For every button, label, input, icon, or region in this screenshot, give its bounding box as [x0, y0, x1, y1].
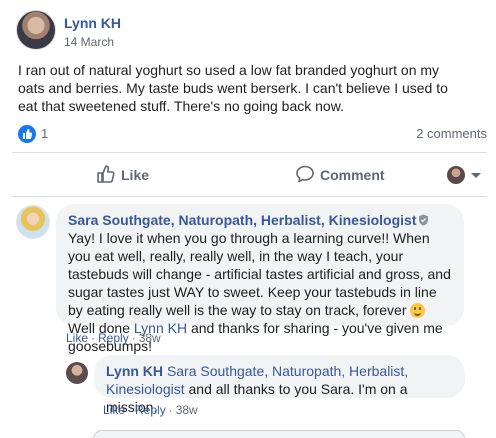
separator: · — [168, 403, 173, 417]
reply-bubble: Lynn KH Sara Southgate, Naturopath, Herb… — [94, 355, 465, 415]
comment-reply-link[interactable]: Reply — [98, 331, 129, 345]
reply-author[interactable]: Lynn KH — [106, 363, 163, 379]
separator: · — [128, 403, 133, 417]
comment-meta: Like · Reply · 38w — [66, 331, 161, 345]
comment-button[interactable]: Comment — [295, 162, 385, 188]
separator: · — [131, 331, 136, 345]
like-button[interactable]: Like — [96, 162, 156, 188]
reply-time[interactable]: 38w — [176, 403, 198, 417]
comment-author[interactable]: Sara Southgate, Naturopath, Herbalist, K… — [68, 212, 417, 228]
like-button-label: Like — [121, 167, 150, 183]
divider — [12, 152, 487, 153]
comment-bubble: Sara Southgate, Naturopath, Herbalist, K… — [56, 204, 464, 354]
comment-icon — [296, 165, 314, 183]
author-avatar[interactable] — [16, 10, 56, 50]
comments-count-link[interactable]: 2 comments — [416, 126, 487, 141]
comment-button-label: Comment — [320, 167, 385, 183]
comment-text: Yay! I love it when you go through a lea… — [68, 230, 451, 318]
reply-input-box[interactable] — [93, 430, 465, 438]
profile-switcher[interactable] — [447, 166, 487, 186]
post-text: I ran out of natural yoghurt so used a l… — [18, 62, 448, 114]
comment-time[interactable]: 38w — [139, 331, 161, 345]
chevron-down-icon — [471, 173, 481, 178]
viewer-avatar — [447, 166, 465, 184]
reply-like-link[interactable]: Like — [103, 403, 125, 417]
comment-like-link[interactable]: Like — [66, 331, 88, 345]
reply-meta: Like · Reply · 38w — [103, 403, 198, 417]
thumbs-up-icon — [97, 165, 115, 183]
post-date[interactable]: 14 March — [64, 35, 114, 49]
like-reaction-icon — [18, 125, 36, 143]
reply-avatar[interactable] — [66, 362, 88, 384]
reply-reply-link[interactable]: Reply — [135, 403, 166, 417]
commenter-avatar[interactable] — [16, 205, 50, 239]
separator: · — [91, 331, 96, 345]
like-count: 1 — [41, 126, 49, 141]
verified-shield-icon — [418, 214, 428, 226]
post-author-name[interactable]: Lynn KH — [64, 15, 121, 31]
divider — [12, 196, 487, 197]
smiling-face-icon — [410, 303, 426, 318]
